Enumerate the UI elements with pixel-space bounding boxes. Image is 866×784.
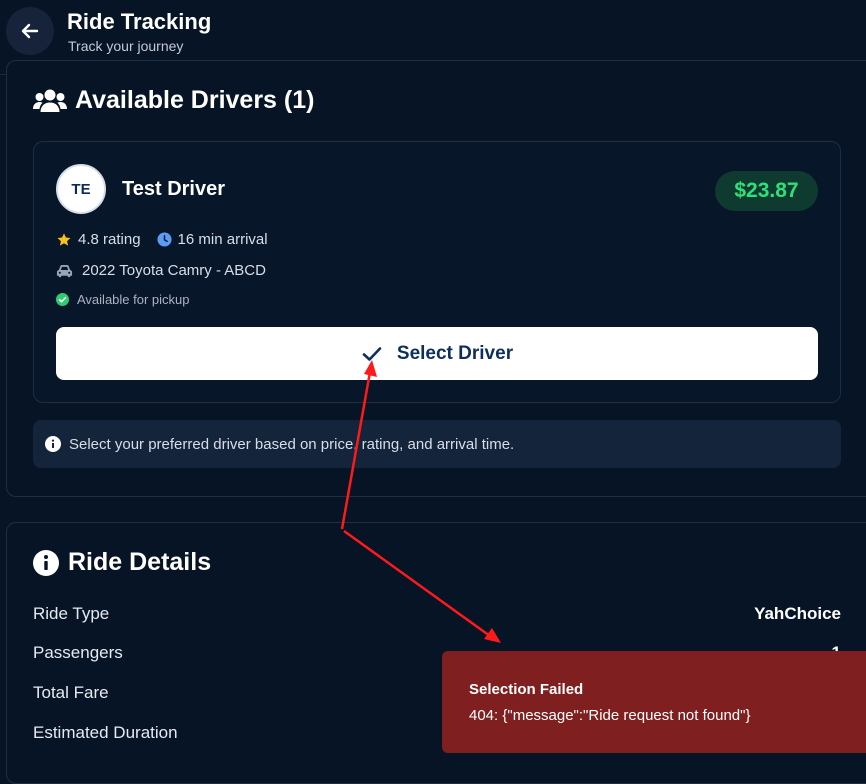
vehicle-info: 2022 Toyota Camry - ABCD <box>56 262 266 279</box>
page-subtitle: Track your journey <box>68 38 184 54</box>
clock-icon <box>157 232 172 247</box>
info-icon <box>45 436 61 452</box>
availability-text: Available for pickup <box>77 292 190 307</box>
arrow-left-icon <box>20 21 40 41</box>
avatar: TE <box>56 164 106 214</box>
select-driver-button[interactable]: Select Driver <box>56 327 818 380</box>
ride-details-heading: Ride Details <box>33 548 211 577</box>
page-title: Ride Tracking <box>67 9 212 34</box>
detail-label: Estimated Duration <box>33 723 178 742</box>
info-banner: Select your preferred driver based on pr… <box>33 420 841 468</box>
select-driver-label: Select Driver <box>396 342 514 364</box>
available-drivers-heading: Available Drivers (1) <box>33 86 314 115</box>
price-badge: $23.87 <box>715 171 818 211</box>
toast-message: 404: {"message":"Ride request not found"… <box>469 707 751 724</box>
detail-row-ride-type: Ride Type YahChoice <box>33 604 841 624</box>
detail-label: Passengers <box>33 643 123 662</box>
available-drivers-title: Available Drivers (1) <box>75 86 315 114</box>
users-icon <box>33 88 67 114</box>
arrival-info: 16 min arrival <box>157 231 268 248</box>
star-icon <box>56 232 72 248</box>
driver-arrival: 16 min arrival <box>177 231 268 248</box>
check-circle-icon <box>56 293 69 306</box>
ride-details-title: Ride Details <box>68 548 212 576</box>
detail-label: Total Fare <box>33 683 109 702</box>
availability-status: Available for pickup <box>56 292 190 307</box>
driver-stats: 4.8 rating 16 min arrival <box>56 231 268 248</box>
check-icon <box>361 345 383 363</box>
car-icon <box>56 264 73 278</box>
driver-rating: 4.8 rating <box>78 231 141 248</box>
vehicle-text: 2022 Toyota Camry - ABCD <box>82 262 266 279</box>
info-text: Select your preferred driver based on pr… <box>69 435 515 453</box>
detail-label: Ride Type <box>33 604 110 623</box>
error-toast[interactable]: Selection Failed 404: {"message":"Ride r… <box>442 651 866 753</box>
detail-value: YahChoice <box>754 604 841 623</box>
toast-title: Selection Failed <box>469 681 584 698</box>
info-circle-icon <box>33 549 59 576</box>
back-button[interactable] <box>6 7 54 55</box>
driver-name: Test Driver <box>122 178 226 200</box>
